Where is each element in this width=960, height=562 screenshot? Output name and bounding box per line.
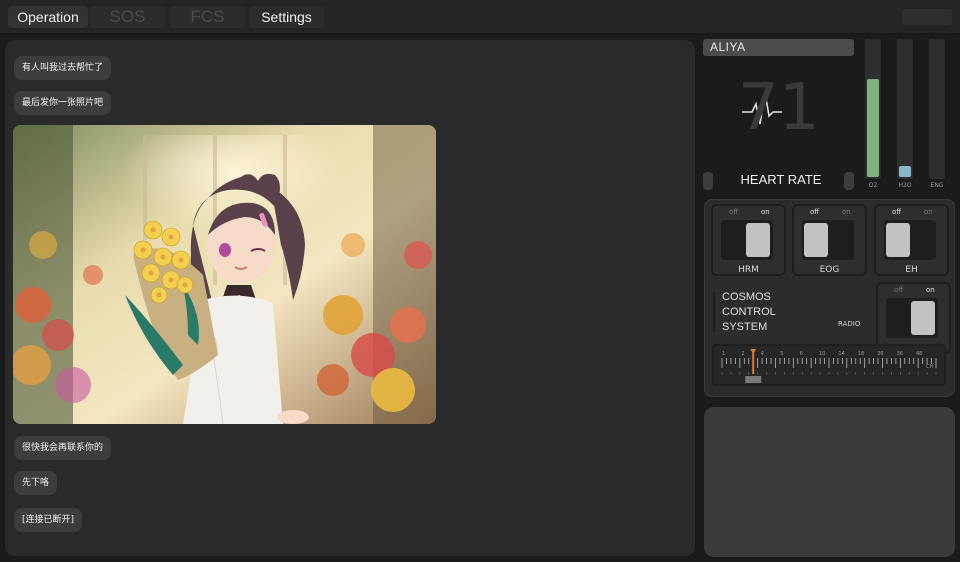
hrm-label: HRM	[738, 265, 759, 275]
hrm-on-label: on	[761, 208, 770, 216]
tuner-scale-label: 6	[800, 351, 803, 357]
tuner-unit-label: CH	[926, 364, 933, 370]
chat-message: 先下咯	[14, 471, 58, 495]
patient-name: ALIYA	[703, 39, 854, 56]
radio-tuner[interactable]: 1 2 4 5 6 10 14 18 26 36 48 CH	[712, 344, 946, 386]
hr-right-knob[interactable]	[844, 172, 854, 190]
top-navigation-bar: Operation SOS FCS Settings	[0, 0, 960, 34]
radio-off-label: off	[894, 286, 904, 294]
info-panel	[704, 407, 955, 557]
tuner-scale-label: 18	[858, 351, 864, 357]
radio-label: RADIO	[838, 320, 861, 328]
chat-message: 有人叫我过去帮忙了	[14, 56, 112, 80]
eog-label: EOG	[819, 265, 840, 275]
tuner-scale-label: 2	[741, 351, 744, 357]
heart-rate-value: 71	[738, 71, 820, 145]
hr-left-knob[interactable]	[703, 172, 713, 190]
eog-on-label: on	[842, 208, 851, 216]
radio-on-label: on	[926, 286, 935, 294]
tuner-scale-label: 10	[819, 351, 825, 357]
tuner-needle-head[interactable]	[750, 349, 757, 354]
tuner-slider-handle[interactable]	[745, 376, 762, 383]
o2-gauge	[865, 39, 881, 179]
tab-fcs[interactable]: FCS	[170, 6, 245, 28]
system-title-line1: COSMOS	[722, 291, 771, 303]
eh-switch-thumb[interactable]	[886, 223, 910, 257]
chat-message: [连接已断开]	[14, 508, 83, 532]
tuner-scale: 1 2 4 5 6 10 14 18 26 36 48 CH	[721, 349, 937, 383]
tuner-scale-label: 1	[722, 351, 725, 357]
heart-rate-label: HEART RATE	[740, 172, 822, 187]
h2o-gauge-fill	[899, 166, 911, 177]
tuner-scale-label: 26	[877, 351, 883, 357]
eog-switch-track	[802, 220, 854, 260]
tuner-scale-label: 36	[897, 351, 903, 357]
eog-switch-thumb[interactable]	[804, 223, 828, 257]
eh-on-label: on	[924, 208, 933, 216]
eh-off-label: off	[892, 208, 902, 216]
eh-label: EH	[905, 265, 918, 275]
tab-sos[interactable]: SOS	[90, 6, 165, 28]
window-control-button[interactable]	[902, 9, 952, 25]
eng-gauge	[929, 39, 945, 179]
o2-gauge-fill	[867, 79, 879, 177]
hrm-switch-thumb[interactable]	[746, 223, 770, 257]
tab-operation[interactable]: Operation	[8, 6, 88, 28]
tab-settings[interactable]: Settings	[249, 6, 324, 28]
tuner-scale-label: 14	[838, 351, 844, 357]
chat-message: 最后发你一张照片吧	[14, 91, 112, 115]
system-title-line3: SYSTEM	[722, 321, 768, 333]
eng-gauge-label: ENG	[930, 182, 944, 189]
system-title: COSMOS CONTROL SYSTEM	[722, 290, 776, 335]
chat-panel[interactable]: 有人叫我过去帮忙了 最后发你一张照片吧 很快我会再联系你的 先下咯 [连接已断开…	[5, 40, 695, 556]
eog-off-label: off	[810, 208, 820, 216]
tuner-scale-label: 5	[780, 351, 783, 357]
radio-switch-thumb[interactable]	[911, 301, 935, 335]
radio-switch-track	[886, 298, 938, 338]
eh-switch-track	[884, 220, 936, 260]
system-title-line2: CONTROL	[722, 306, 776, 318]
anime-girl-with-flower-bouquet-image	[13, 125, 436, 424]
hrm-off-label: off	[729, 208, 739, 216]
o2-gauge-label: O2	[868, 182, 878, 189]
h2o-gauge-label: H2O	[898, 182, 912, 189]
chat-message: 很快我会再联系你的	[14, 436, 112, 460]
hrm-switch-track	[721, 220, 773, 260]
h2o-gauge	[897, 39, 913, 179]
tuner-scale-label: 48	[916, 351, 922, 357]
divider	[713, 292, 715, 332]
tuner-scale-label: 4	[761, 351, 764, 357]
chat-photo[interactable]	[13, 125, 436, 424]
